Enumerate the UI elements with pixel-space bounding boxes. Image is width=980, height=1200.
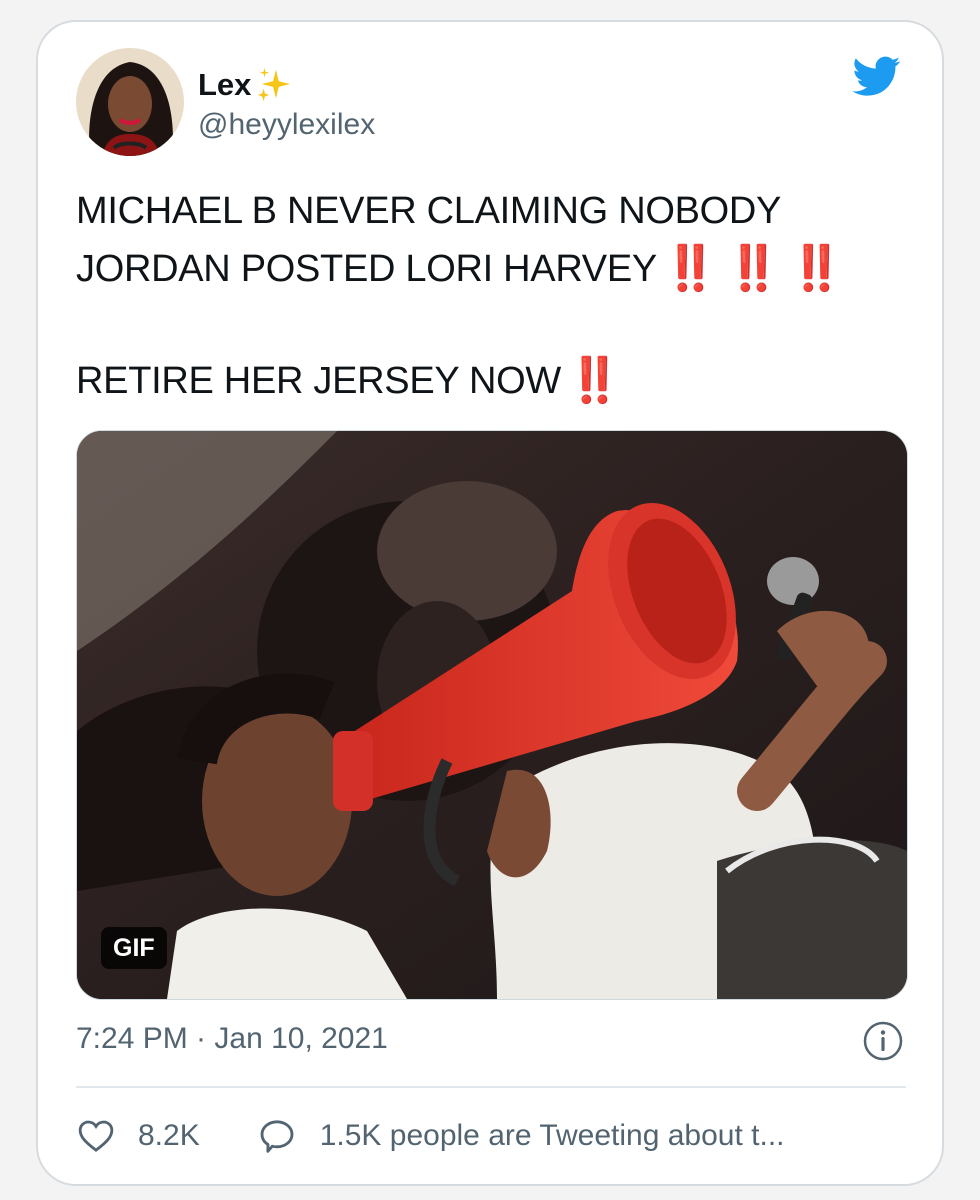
heart-icon: [78, 1120, 114, 1152]
double-exclamation-icons: ‼️ ‼️ ‼️: [662, 244, 844, 293]
tweet-text: MICHAEL B NEVER CLAIMING NOBODY JORDAN P…: [76, 182, 916, 410]
tweet-card[interactable]: Lex @heyylexilex MICHAEL B NEVER CLAIMIN…: [36, 20, 944, 1186]
display-name[interactable]: Lex: [198, 66, 293, 104]
divider: [76, 1086, 906, 1088]
tweet-line-3: RETIRE HER JERSEY NOW ‼️: [76, 352, 916, 410]
tweet-timestamp[interactable]: 7:24 PM · Jan 10, 2021: [76, 1022, 388, 1056]
speech-bubble-icon: [260, 1120, 294, 1153]
gif-badge: GIF: [101, 927, 167, 969]
sparkles-icon: [258, 67, 291, 102]
like-button[interactable]: 8.2K: [76, 1116, 200, 1156]
info-icon[interactable]: [862, 1020, 904, 1062]
display-name-text: Lex: [198, 67, 252, 102]
tweet-line-2: JORDAN POSTED LORI HARVEY ‼️ ‼️ ‼️: [76, 240, 916, 298]
tweet-actions: 8.2K 1.5K people are Tweeting about t...: [76, 1116, 916, 1156]
twitter-bird-icon[interactable]: [850, 52, 904, 100]
like-count: 8.2K: [138, 1119, 200, 1152]
author-handle[interactable]: @heyylexilex: [198, 108, 375, 142]
tweet-gif-media[interactable]: GIF: [76, 430, 908, 1000]
conversation-text: 1.5K people are Tweeting about t...: [319, 1119, 785, 1152]
avatar[interactable]: [76, 48, 184, 156]
conversation-link[interactable]: 1.5K people are Tweeting about t...: [256, 1116, 785, 1156]
double-exclamation-icon: ‼️: [566, 356, 622, 405]
tweet-line-1: MICHAEL B NEVER CLAIMING NOBODY: [76, 190, 782, 232]
